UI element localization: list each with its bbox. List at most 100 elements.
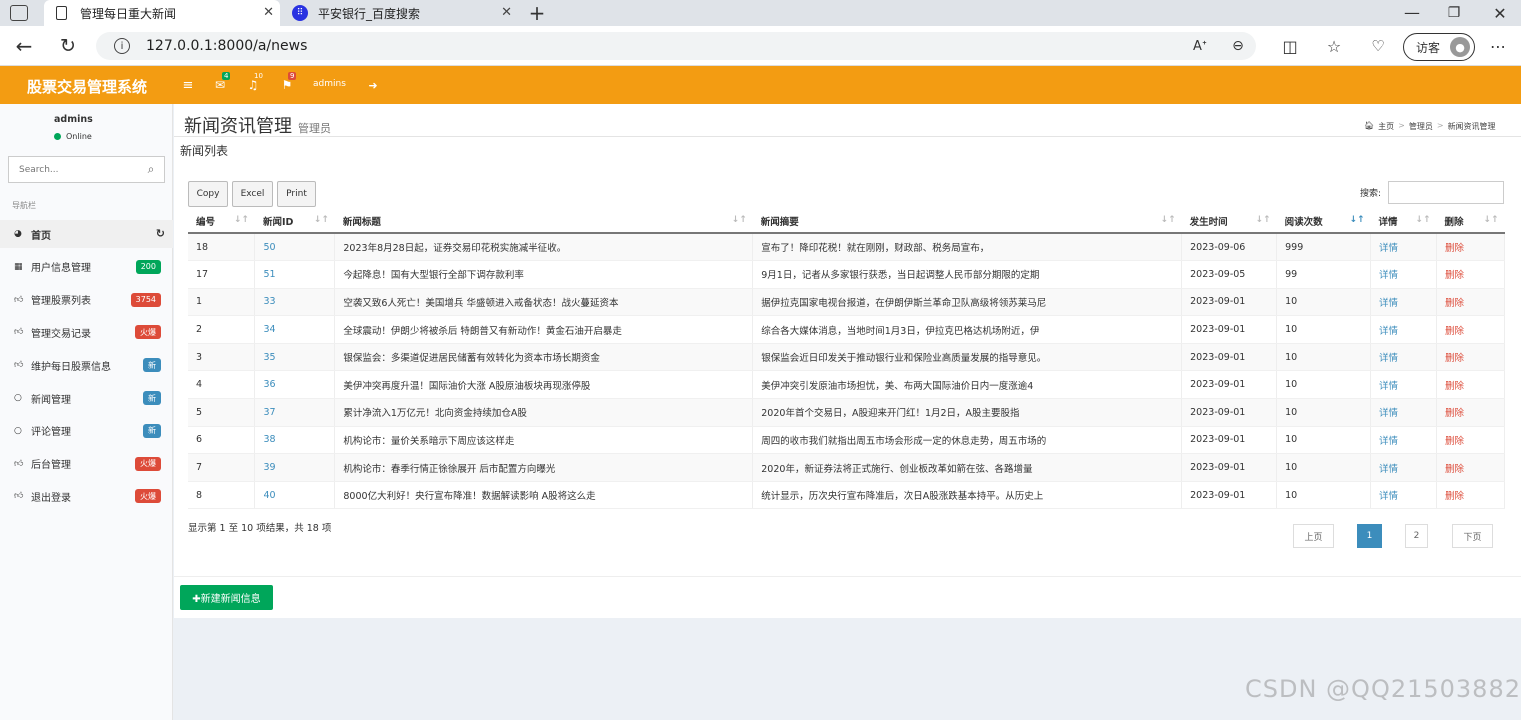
- column-header[interactable]: 发生时间 ↓↑: [1181, 209, 1277, 234]
- sort-icon[interactable]: ↓↑: [314, 215, 329, 225]
- sidebar-item[interactable]: 👍︎ 管理股票列表 3754: [0, 286, 173, 314]
- sidebar-search-input[interactable]: [9, 157, 137, 182]
- logout-icon[interactable]: ➜: [365, 77, 381, 93]
- breadcrumb-admin[interactable]: 管理员: [1409, 121, 1433, 132]
- close-tab-icon[interactable]: ✕: [263, 5, 274, 20]
- column-header[interactable]: 编号 ↓↑: [188, 209, 255, 234]
- detail-link[interactable]: 详情: [1370, 481, 1437, 510]
- column-header[interactable]: 详情 ↓↑: [1370, 209, 1437, 234]
- column-header[interactable]: 新闻ID ↓↑: [254, 209, 335, 234]
- sort-icon[interactable]: ↓↑: [1415, 215, 1430, 225]
- delete-link[interactable]: 删除: [1436, 481, 1505, 510]
- detail-link[interactable]: 详情: [1370, 288, 1437, 317]
- delete-link[interactable]: 删除: [1436, 426, 1505, 455]
- more-icon[interactable]: ⋯: [1488, 36, 1508, 56]
- delete-link[interactable]: 删除: [1436, 288, 1505, 317]
- table-search-input[interactable]: [1388, 181, 1504, 204]
- column-header[interactable]: 删除 ↓↑: [1436, 209, 1505, 234]
- sidebar-item[interactable]: ◕ 首页 ↻: [0, 220, 173, 248]
- delete-link[interactable]: 删除: [1436, 260, 1505, 289]
- table-header-row: 编号 ↓↑ 新闻ID ↓↑ 新闻标题 ↓↑ 新闻摘要 ↓↑ 发生时间 ↓↑ 阅读次数 ↓↑ 详情 ↓↑ 删除…: [188, 209, 1505, 234]
- column-header-label: 新闻ID: [262, 216, 294, 228]
- detail-link[interactable]: 详情: [1370, 315, 1437, 344]
- news-title: 银保监会：多渠道促进居民储蓄有效转化为资本市场长期资金: [334, 343, 754, 372]
- sort-icon[interactable]: ↓↑: [1483, 215, 1498, 225]
- detail-link[interactable]: 详情: [1370, 426, 1437, 455]
- info-icon[interactable]: i: [114, 38, 130, 54]
- sidebar-item[interactable]: ▦ 用户信息管理 200: [0, 253, 173, 281]
- breadcrumb-separator: >: [1436, 121, 1444, 130]
- next-page-button[interactable]: 下页: [1452, 524, 1493, 548]
- detail-link[interactable]: 详情: [1370, 370, 1437, 400]
- flag-icon[interactable]: ⚑ 9: [279, 72, 297, 93]
- refresh-icon[interactable]: ↻: [56, 34, 80, 58]
- page-2-button[interactable]: 2: [1405, 524, 1428, 548]
- new-news-button[interactable]: ✚新建新闻信息: [180, 585, 273, 610]
- bell-icon[interactable]: ♫ 10: [245, 72, 264, 93]
- sidebar-badge: 3754: [130, 292, 161, 307]
- close-tab-icon[interactable]: ✕: [501, 5, 512, 20]
- tab-actions-icon[interactable]: [10, 5, 28, 21]
- split-screen-icon[interactable]: ◫: [1280, 36, 1300, 56]
- sidebar-item-label: 后台管理: [31, 460, 71, 472]
- sidebar-item[interactable]: 👍︎ 后台管理 火爆: [0, 450, 173, 478]
- delete-link[interactable]: 删除: [1436, 398, 1505, 427]
- detail-link[interactable]: 详情: [1370, 260, 1437, 289]
- page-1-button[interactable]: 1: [1357, 524, 1382, 548]
- detail-link[interactable]: 详情: [1370, 233, 1437, 262]
- column-header[interactable]: 新闻标题 ↓↑: [334, 209, 753, 234]
- sidebar-item[interactable]: 👍︎ 退出登录 火爆: [0, 482, 173, 510]
- new-tab-icon[interactable]: +: [527, 1, 547, 25]
- close-window-icon[interactable]: ✕: [1490, 3, 1510, 23]
- browser-tab-active[interactable]: 管理每日重大新闻 ✕: [44, 0, 280, 26]
- breadcrumb-home[interactable]: 主页: [1378, 121, 1394, 132]
- sidebar-item[interactable]: ○ 评论管理 新: [0, 417, 173, 445]
- read-count: 10: [1276, 315, 1372, 344]
- prev-page-button[interactable]: 上页: [1293, 524, 1334, 548]
- delete-link[interactable]: 删除: [1436, 233, 1505, 262]
- excel-button[interactable]: Excel: [232, 181, 273, 207]
- mail-icon[interactable]: ✉ 4: [212, 72, 231, 93]
- profile-button[interactable]: 访客 ●: [1403, 33, 1475, 61]
- row-number: 17: [188, 260, 256, 289]
- watermark: CSDN @QQ21503882: [1245, 675, 1521, 703]
- delete-link[interactable]: 删除: [1436, 453, 1505, 482]
- browser-essentials-icon[interactable]: ♡: [1368, 36, 1388, 56]
- delete-link[interactable]: 删除: [1436, 370, 1505, 400]
- detail-link[interactable]: 详情: [1370, 343, 1437, 372]
- sort-icon[interactable]: ↓↑: [1349, 215, 1364, 225]
- sort-icon[interactable]: ↓↑: [1161, 215, 1176, 225]
- copy-button[interactable]: Copy: [188, 181, 228, 207]
- detail-link[interactable]: 详情: [1370, 398, 1437, 427]
- sidebar-item[interactable]: ○ 新闻管理 新: [0, 384, 173, 412]
- delete-link[interactable]: 删除: [1436, 315, 1505, 344]
- refresh-icon[interactable]: ↻: [156, 227, 165, 240]
- maximize-icon[interactable]: ❐: [1444, 4, 1464, 22]
- read-aloud-icon[interactable]: Aᐩ: [1190, 36, 1210, 56]
- zoom-icon[interactable]: ⊖: [1228, 36, 1248, 56]
- url-field[interactable]: i 127.0.0.1:8000/a/news Aᐩ ⊖: [96, 32, 1256, 60]
- page-title: 新闻资讯管理: [184, 116, 292, 137]
- column-header[interactable]: 阅读次数 ↓↑: [1276, 209, 1371, 234]
- sidebar-item[interactable]: 👍︎ 管理交易记录 火爆: [0, 318, 173, 346]
- sidebar-toggle-icon[interactable]: ≡: [180, 77, 196, 93]
- print-button[interactable]: Print: [277, 181, 316, 207]
- search-icon[interactable]: ⌕: [143, 161, 159, 177]
- minimize-icon[interactable]: —: [1402, 2, 1422, 22]
- column-header[interactable]: 新闻摘要 ↓↑: [752, 209, 1182, 234]
- detail-link[interactable]: 详情: [1370, 453, 1437, 482]
- thumbs-up-icon: 👍︎: [14, 458, 24, 469]
- back-icon[interactable]: ←: [12, 34, 36, 58]
- browser-tab[interactable]: ⠿ 平安银行_百度搜索 ✕: [282, 0, 518, 26]
- sort-icon[interactable]: ↓↑: [732, 215, 747, 225]
- sort-icon[interactable]: ↓↑: [1256, 215, 1271, 225]
- table-row: 17 51 今起降息！国有大型银行全部下调存款利率 9月1日，记者从多家银行获悉，当日…: [188, 260, 1505, 289]
- brand-logo[interactable]: 股票交易管理系统: [27, 76, 147, 97]
- news-date: 2023-09-01: [1181, 481, 1278, 510]
- news-date: 2023-09-01: [1181, 343, 1278, 372]
- user-menu[interactable]: admins: [313, 79, 346, 89]
- sidebar-item[interactable]: 👍︎ 维护每日股票信息 新: [0, 351, 173, 379]
- favorites-icon[interactable]: ☆: [1324, 36, 1344, 56]
- delete-link[interactable]: 删除: [1436, 343, 1505, 372]
- sort-icon[interactable]: ↓↑: [234, 215, 249, 225]
